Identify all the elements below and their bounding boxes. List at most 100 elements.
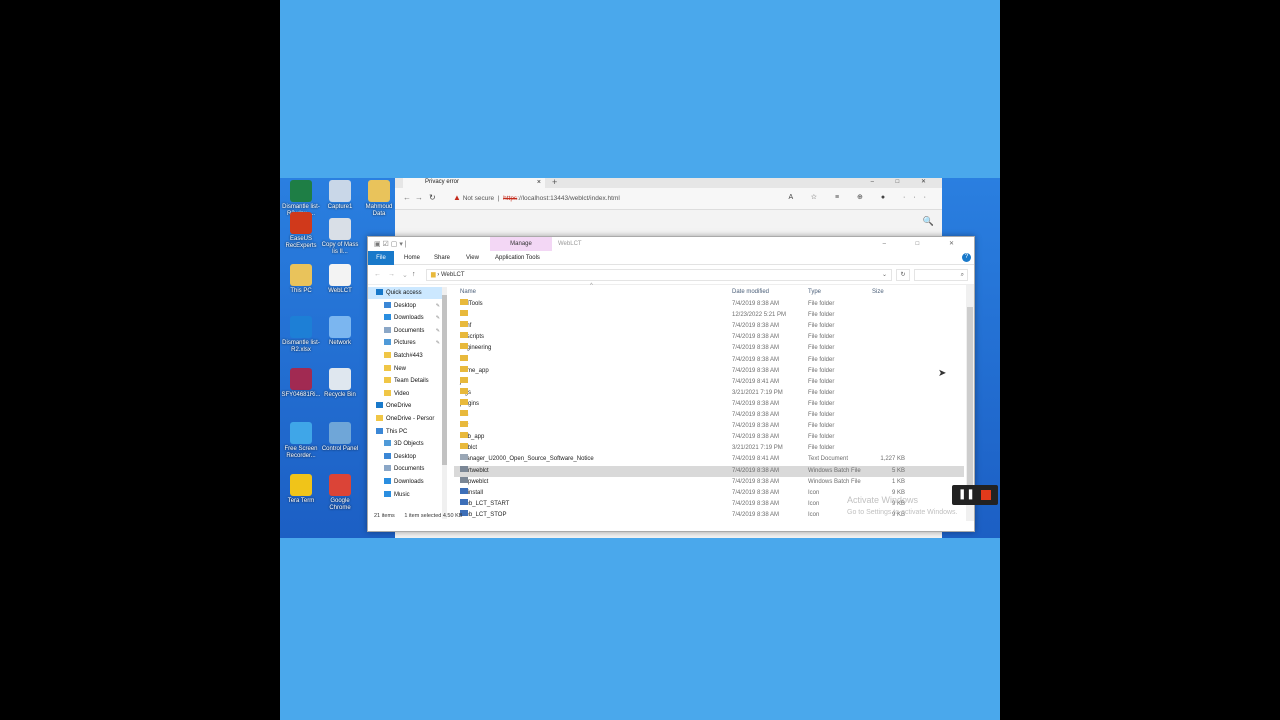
sidebar-item[interactable]: Downloads ✎: [368, 312, 442, 324]
new-tab-button[interactable]: +: [552, 178, 557, 187]
sidebar-item[interactable]: Desktop ✎: [368, 300, 442, 312]
sidebar-item[interactable]: Documents ✎: [368, 325, 442, 337]
pin-icon[interactable]: ✎: [436, 300, 440, 312]
file-type: Icon: [808, 500, 820, 507]
folder-icon: [384, 377, 391, 384]
sidebar-item[interactable]: Downloads: [368, 476, 442, 488]
desktop-icon[interactable]: Copy of Mass lis II...: [320, 218, 360, 256]
forward-arrow-icon[interactable]: →: [388, 271, 395, 278]
file-row[interactable]: etc 7/4/2019 8:38 AM File folder: [454, 354, 964, 366]
search-icon[interactable]: 🔍: [923, 216, 934, 227]
explorer-window-controls[interactable]: – □ ✕: [883, 240, 968, 247]
sidebar-item[interactable]: Quick access: [368, 287, 442, 299]
desktop-icon[interactable]: Control Panel: [320, 422, 360, 453]
desktop-icon[interactable]: Recycle Bin: [320, 368, 360, 399]
desktop-icon[interactable]: Tera Term: [281, 474, 321, 505]
desktop-icon[interactable]: WebLCT: [320, 264, 360, 295]
browser-tab[interactable]: Privacy error ×: [403, 178, 545, 188]
file-row[interactable]: var 7/4/2019 8:38 AM File folder: [454, 421, 964, 432]
sidebar-item-label: Pictures: [394, 340, 416, 347]
sidebar-item[interactable]: Video: [368, 388, 442, 400]
tab-close-icon[interactable]: ×: [537, 178, 541, 187]
quick-access-toolbar[interactable]: ▣ ☑ ▢ ▾ |: [374, 240, 407, 248]
file-row[interactable]: dbscripts 7/4/2019 8:38 AM File folder: [454, 332, 964, 343]
pin-icon[interactable]: ✎: [436, 312, 440, 324]
file-row[interactable]: conf 7/4/2019 8:38 AM File folder: [454, 321, 964, 332]
up-arrow-icon[interactable]: ↑: [412, 271, 416, 278]
desktop-icon[interactable]: Capture1: [320, 180, 360, 211]
help-icon[interactable]: ?: [962, 253, 971, 262]
file-date: 7/4/2019 8:38 AM: [732, 434, 780, 441]
tab-home[interactable]: Home: [404, 251, 420, 265]
file-date: 7/4/2019 8:38 AM: [732, 367, 780, 374]
desktop-icon[interactable]: Dismantle list-R2.xlsx: [281, 316, 321, 354]
browser-window-controls[interactable]: – □ ✕: [871, 178, 936, 185]
desktop-icon-label: Free Screen Recorder...: [284, 446, 318, 459]
tab-share[interactable]: Share: [434, 251, 450, 265]
sidebar-item[interactable]: New: [368, 363, 442, 375]
file-type: File folder: [808, 367, 835, 374]
file-row[interactable]: web_app 7/4/2019 8:38 AM File folder: [454, 432, 964, 443]
desktop-icon[interactable]: This PC: [281, 264, 321, 295]
file-date: 7/4/2019 8:38 AM: [732, 334, 780, 341]
browser-toolbar-icons[interactable]: A ☆ ≡ ⊕ ● ···: [789, 193, 934, 201]
pin-icon[interactable]: ✎: [436, 337, 440, 349]
file-row[interactable]: logs 3/21/2021 7:19 PM File folder: [454, 387, 964, 399]
sidebar-item[interactable]: Pictures ✎: [368, 337, 442, 349]
search-box[interactable]: ⌕: [914, 269, 968, 281]
file-row[interactable]: bin 12/23/2022 5:21 PM File folder: [454, 310, 964, 321]
folder-icon: [376, 415, 383, 421]
file-row[interactable]: frame_app 7/4/2019 8:38 AM File folder: [454, 365, 964, 377]
sidebar-item-label: Documents: [394, 466, 425, 473]
file-type: Icon: [808, 489, 820, 496]
file-row[interactable]: iManager_U2000_Open_Source_Software_Noti…: [454, 454, 964, 465]
folder-icon: [460, 343, 468, 350]
desktop-icon[interactable]: EaseUS RecExperts: [281, 212, 321, 250]
forward-icon[interactable]: →: [415, 193, 423, 202]
back-icon[interactable]: ←: [403, 193, 411, 202]
sidebar-item-label: OneDrive: [386, 403, 412, 410]
column-date-modified[interactable]: Date modified: [732, 289, 769, 295]
chevron-down-icon[interactable]: ⌄: [882, 270, 887, 281]
recent-locations-icon[interactable]: ⌄: [402, 271, 408, 279]
navigation-scrollbar[interactable]: [442, 287, 447, 519]
manage-tab[interactable]: Manage: [490, 237, 552, 251]
file-row[interactable]: jre 7/4/2019 8:41 AM File folder: [454, 376, 964, 388]
reload-icon[interactable]: ↻: [429, 193, 436, 202]
back-arrow-icon[interactable]: ←: [374, 271, 381, 278]
sidebar-item[interactable]: 3D Objects: [368, 438, 442, 450]
address-path[interactable]: ▆ › WebLCT ⌄: [426, 269, 892, 281]
file-type: File folder: [808, 389, 835, 396]
desktop-icon[interactable]: SFY04681Ri...: [281, 368, 321, 399]
sidebar-item[interactable]: Music: [368, 489, 442, 501]
file-row[interactable]: plugins 7/4/2019 8:38 AM File folder: [454, 398, 964, 410]
file-row[interactable]: 3rdTools 7/4/2019 8:38 AM File folder: [454, 299, 964, 310]
file-row[interactable]: startweblct 7/4/2019 8:38 AM Windows Batch…: [454, 465, 964, 477]
tab-file[interactable]: File: [368, 251, 394, 265]
sidebar-item[interactable]: Team Details: [368, 375, 442, 387]
sidebar-item[interactable]: Documents: [368, 463, 442, 475]
column-type[interactable]: Type: [808, 289, 821, 295]
url-field[interactable]: ▲ Not secure | https://localhost:13443/w…: [453, 193, 620, 202]
sidebar-item[interactable]: OneDrive: [368, 400, 442, 412]
sidebar-item[interactable]: This PC: [368, 426, 442, 438]
pause-icon[interactable]: ❚❚: [958, 489, 975, 500]
refresh-button[interactable]: ↻: [896, 269, 910, 281]
column-name[interactable]: Name: [460, 289, 476, 295]
file-row[interactable]: stopweblct 7/4/2019 8:38 AM Windows Batch …: [454, 476, 964, 488]
desktop-icon[interactable]: Google Chrome: [320, 474, 360, 512]
tab-application-tools[interactable]: Application Tools: [495, 251, 540, 265]
tab-view[interactable]: View: [466, 251, 479, 265]
sidebar-item[interactable]: Desktop: [368, 451, 442, 463]
file-row[interactable]: res 7/4/2019 8:38 AM File folder: [454, 410, 964, 421]
pin-icon[interactable]: ✎: [436, 325, 440, 337]
desktop-icon[interactable]: Network: [320, 316, 360, 347]
desktop-icon[interactable]: Mahmoud Data: [359, 180, 399, 218]
stop-icon[interactable]: [981, 490, 991, 500]
column-size[interactable]: Size: [872, 289, 884, 295]
file-row[interactable]: engineering 7/4/2019 8:38 AM File folder: [454, 343, 964, 354]
file-row[interactable]: weblct 3/21/2021 7:19 PM File folder: [454, 443, 964, 454]
desktop-icon[interactable]: Free Screen Recorder...: [281, 422, 321, 460]
sidebar-item[interactable]: OneDrive - Persor: [368, 413, 442, 425]
sidebar-item[interactable]: Batch#443: [368, 350, 442, 362]
